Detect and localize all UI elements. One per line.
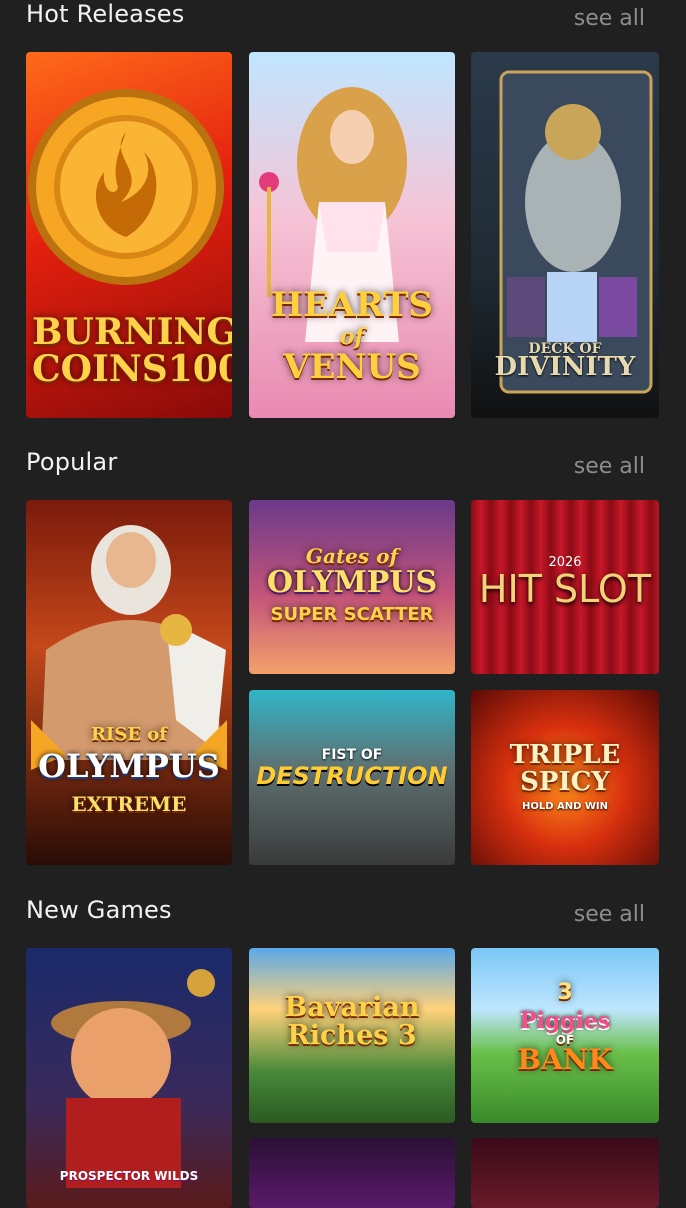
game-title-end: VENUS xyxy=(283,347,421,387)
game-title-main: Piggies xyxy=(519,1008,611,1034)
section-title: Popular xyxy=(26,448,118,476)
game-tile-prospector-wilds[interactable]: PROSPECTOR WILDS xyxy=(26,948,232,1208)
game-title: PROSPECTOR WILDS xyxy=(59,1169,199,1183)
game-title-end: HOLD AND WIN xyxy=(521,801,609,812)
game-title-main: DESTRUCTION xyxy=(256,762,448,790)
game-tile-burning-coins[interactable]: BURNING COINS100 xyxy=(26,52,232,418)
section-title: New Games xyxy=(26,896,172,924)
game-title-of: of xyxy=(339,324,365,350)
game-tile-gates-of-olympus[interactable]: Gates of OLYMPUS SUPER SCATTER xyxy=(249,500,455,674)
section-title: Hot Releases xyxy=(26,0,185,28)
game-title-top: FIST OF xyxy=(321,747,383,763)
game-tile-hit-slot[interactable]: 2026 HIT SLOT xyxy=(471,500,659,674)
game-title: Bavarian Riches 3 xyxy=(284,992,420,1051)
section-popular: Popular see all RISE of OLYMPUS EXTREME … xyxy=(0,448,686,878)
see-all-link[interactable]: see all xyxy=(574,6,645,31)
game-tile[interactable] xyxy=(249,1138,455,1208)
game-title-main: OLYMPUS xyxy=(38,747,220,785)
game-title-main: HIT SLOT xyxy=(478,567,652,611)
see-all-link[interactable]: see all xyxy=(574,902,645,927)
game-tile-fist-of-destruction[interactable]: FIST OF DESTRUCTION xyxy=(249,690,455,865)
see-all-link[interactable]: see all xyxy=(574,454,645,479)
game-title-top: 3 xyxy=(557,980,573,1005)
game-tile[interactable] xyxy=(471,1138,659,1208)
game-title-main: HEARTS xyxy=(271,285,433,325)
section-hot-releases: Hot Releases see all BURNING COINS100 OL… xyxy=(0,0,686,430)
game-title-main: TRIPLE SPICY xyxy=(509,740,621,797)
section-new-games: New Games see all PROSPECTOR WILDS Bavar… xyxy=(0,896,686,1208)
game-tile-deck-of-divinity[interactable]: DECK OF DIVINITY xyxy=(471,52,659,418)
game-title-top: RISE of xyxy=(90,724,168,745)
game-title: BURNING COINS100 xyxy=(32,311,232,390)
game-title-end: SUPER SCATTER xyxy=(270,604,434,625)
game-tile-hearts-of-venus[interactable]: OLYMPUS HEARTS of VENUS xyxy=(249,52,455,418)
game-tile-triple-spicy[interactable]: TRIPLE SPICY HOLD AND WIN xyxy=(471,690,659,865)
game-title-main: DIVINITY xyxy=(494,352,636,382)
game-tile-rise-of-olympus-extreme[interactable]: RISE of OLYMPUS EXTREME xyxy=(26,500,232,865)
game-title-end: EXTREME xyxy=(71,792,187,816)
game-tile-3-piggies-of-bank[interactable]: 3 Piggies OF BANK xyxy=(471,948,659,1123)
game-title-top: Gates of xyxy=(305,544,399,568)
game-title-main: OLYMPUS xyxy=(266,565,438,600)
game-tile-bavarian-riches-3[interactable]: Bavarian Riches 3 xyxy=(249,948,455,1123)
game-title-end: BANK xyxy=(517,1043,613,1076)
